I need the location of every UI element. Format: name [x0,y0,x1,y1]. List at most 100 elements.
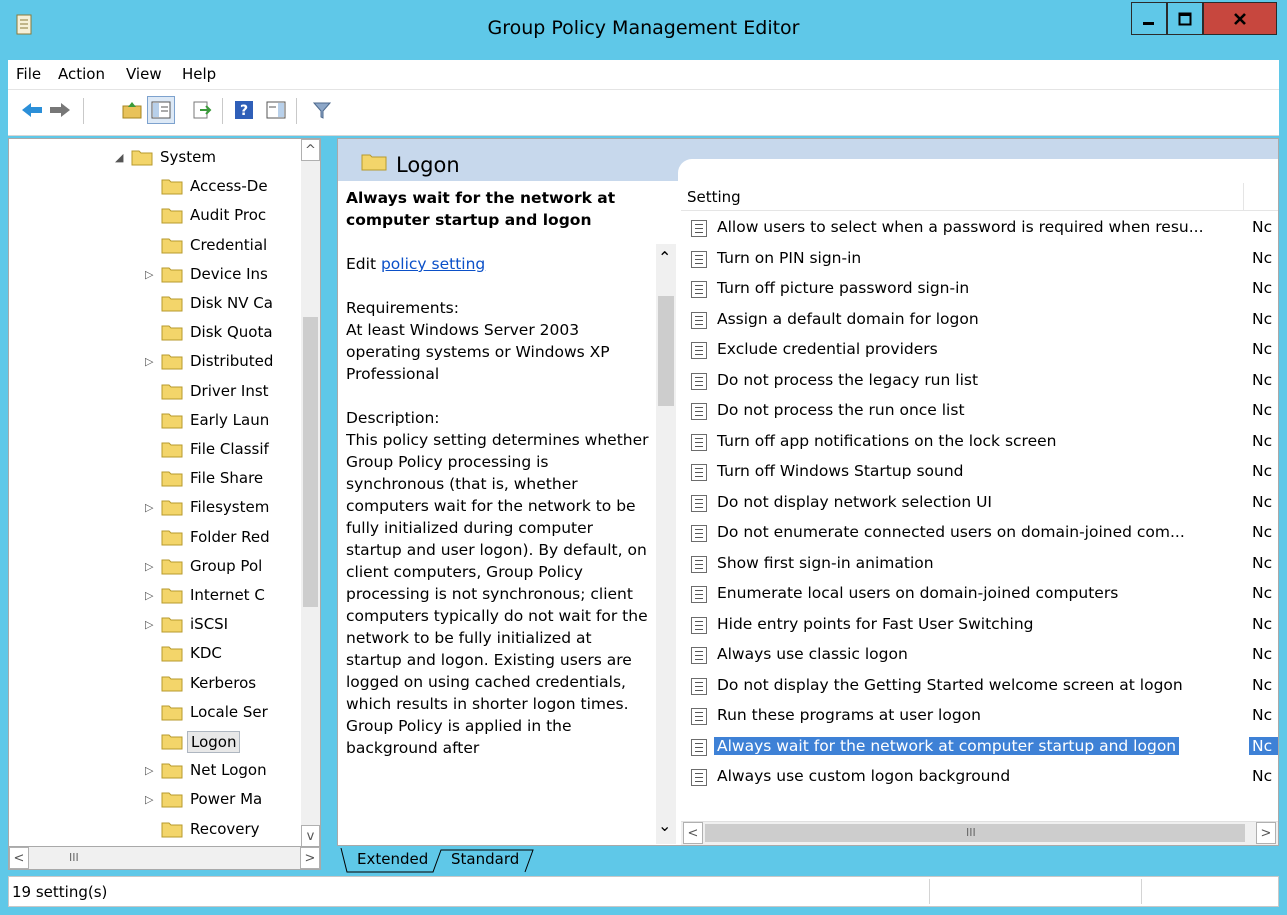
policy-setting-icon [691,738,707,756]
collapse-arrow-icon[interactable]: ◢ [115,151,125,164]
scroll-up-button[interactable]: ^ [301,139,320,161]
policy-setting-icon [691,769,707,786]
description-scroll-thumb[interactable] [658,296,674,406]
expand-arrow-icon[interactable]: ▷ [145,589,155,602]
tree-item-label: Filesystem [190,498,270,517]
setting-row[interactable]: Turn on PIN sign-in Nc [685,244,1278,274]
export-list-icon [193,101,212,119]
show-hide-tree-button[interactable] [147,96,175,124]
setting-row[interactable]: Hide entry points for Fast User Switchin… [685,610,1278,640]
policy-setting-icon [691,586,707,603]
setting-row[interactable]: Do not process the legacy run list Nc [685,366,1278,396]
menu-action[interactable]: Action [58,65,105,83]
maximize-button[interactable] [1167,2,1203,35]
folder-icon [161,267,183,283]
chevron-down-icon: v [306,828,315,844]
title-bar[interactable]: Group Policy Management Editor [0,0,1287,60]
chevron-left-icon: < [13,850,25,866]
setting-row[interactable]: Show first sign-in animation Nc [685,549,1278,579]
tree-item-label: Recovery [190,819,260,838]
tree-horizontal-scrollbar[interactable]: < III > [8,846,321,870]
setting-row[interactable]: Allow users to select when a password is… [685,213,1278,243]
list-horizontal-scrollbar[interactable]: < III > [681,821,1278,845]
expand-arrow-icon[interactable]: ▷ [145,560,155,573]
window: Group Policy Management Editor File Acti… [0,0,1287,915]
expand-arrow-icon[interactable]: ▷ [145,501,155,514]
setting-row[interactable]: Do not display network selection UI Nc [685,488,1278,518]
filter-button[interactable] [308,96,336,124]
setting-state: Nc [1252,248,1273,267]
up-folder-button[interactable] [118,96,146,124]
setting-name: Turn off Windows Startup sound [717,462,964,480]
scroll-left-button[interactable]: < [9,847,29,869]
policy-setting-icon [691,281,707,298]
scroll-right-button[interactable]: > [300,847,320,869]
policy-setting-icon [691,525,707,542]
navigation-tree[interactable]: ◢ System Access-De Audit Proc Credential ▷ Dev… [8,138,302,854]
column-header-setting[interactable]: Setting [687,188,741,206]
tree-item-label: Audit Proc [190,206,267,225]
setting-row[interactable]: Do not display the Getting Started welco… [685,671,1278,701]
edit-policy-line: Edit policy setting [346,253,651,275]
scroll-grip-icon: III [69,851,79,864]
view-tabs: Extended Standard [337,848,737,874]
expand-arrow-icon[interactable]: ▷ [145,618,155,631]
tree-vertical-scrollbar[interactable]: ^ v [301,138,321,847]
setting-name: Turn on PIN sign-in [717,248,862,267]
setting-state: Nc [1252,370,1273,389]
scroll-left-button[interactable]: < [683,822,703,844]
expand-arrow-icon[interactable]: ▷ [145,793,155,806]
setting-row[interactable]: Run these programs at user logon Nc [685,701,1278,731]
folder-icon [161,559,183,575]
forward-button[interactable] [46,96,74,124]
setting-state: Nc [1252,645,1273,663]
setting-name: Run these programs at user logon [717,706,981,724]
minimize-icon [1143,21,1154,25]
expand-arrow-icon[interactable]: ▷ [145,355,155,368]
setting-name: Always wait for the network at computer … [714,736,1180,755]
setting-row[interactable]: Enumerate local users on domain-joined c… [685,579,1278,609]
setting-row[interactable]: Do not enumerate connected users on doma… [685,518,1278,548]
tab-extended[interactable]: Extended [357,850,428,868]
policy-setting-link[interactable]: policy setting [381,255,485,273]
tree-item-label: File Classif [190,440,269,458]
back-button[interactable] [18,96,46,124]
help-icon: ? [235,101,253,119]
folder-icon [161,705,183,721]
setting-row[interactable]: Always wait for the network at computer … [685,732,1278,762]
description-scrollbar[interactable]: ⌃ ⌄ [656,244,676,844]
menu-file[interactable]: File [16,65,41,83]
minimize-button[interactable] [1131,2,1167,35]
menu-help[interactable]: Help [182,65,216,83]
policy-setting-icon [691,220,707,237]
setting-row[interactable]: Always use custom logon background Nc [685,762,1278,792]
close-button[interactable] [1203,2,1277,35]
details-pane: Logon Always wait for the network at com… [337,138,1279,846]
tree-item-label: Disk Quota [190,323,273,342]
setting-row[interactable]: Always use classic logon Nc [685,640,1278,670]
tab-standard[interactable]: Standard [451,850,519,868]
scroll-down-button[interactable]: v [301,825,320,847]
status-text: 19 setting(s) [12,883,108,901]
setting-row[interactable]: Assign a default domain for logon Nc [685,305,1278,335]
setting-row[interactable]: Exclude credential providers Nc [685,335,1278,365]
chevron-down-icon[interactable]: ⌄ [658,816,671,835]
setting-state: Nc [1252,614,1273,633]
policy-setting-icon [691,616,707,634]
settings-list: Setting Allow users to select when a pas… [681,183,1278,843]
setting-row[interactable]: Do not process the run once list Nc [685,396,1278,426]
show-action-pane-button[interactable] [262,96,290,124]
expand-arrow-icon[interactable]: ▷ [145,764,155,777]
setting-row[interactable]: Turn off picture password sign-in Nc [685,274,1278,304]
menu-view[interactable]: View [126,65,162,83]
setting-row[interactable]: Turn off app notifications on the lock s… [685,427,1278,457]
expand-arrow-icon[interactable]: ▷ [145,268,155,281]
folder-icon [161,617,183,633]
export-list-button[interactable] [188,96,216,124]
scroll-right-button[interactable]: > [1256,822,1276,844]
chevron-up-icon[interactable]: ⌃ [658,248,671,267]
setting-row[interactable]: Turn off Windows Startup sound Nc [685,457,1278,487]
tree-scroll-thumb[interactable] [303,317,318,607]
help-button[interactable]: ? [230,96,258,124]
tree-item-label: Distributed [190,352,274,371]
